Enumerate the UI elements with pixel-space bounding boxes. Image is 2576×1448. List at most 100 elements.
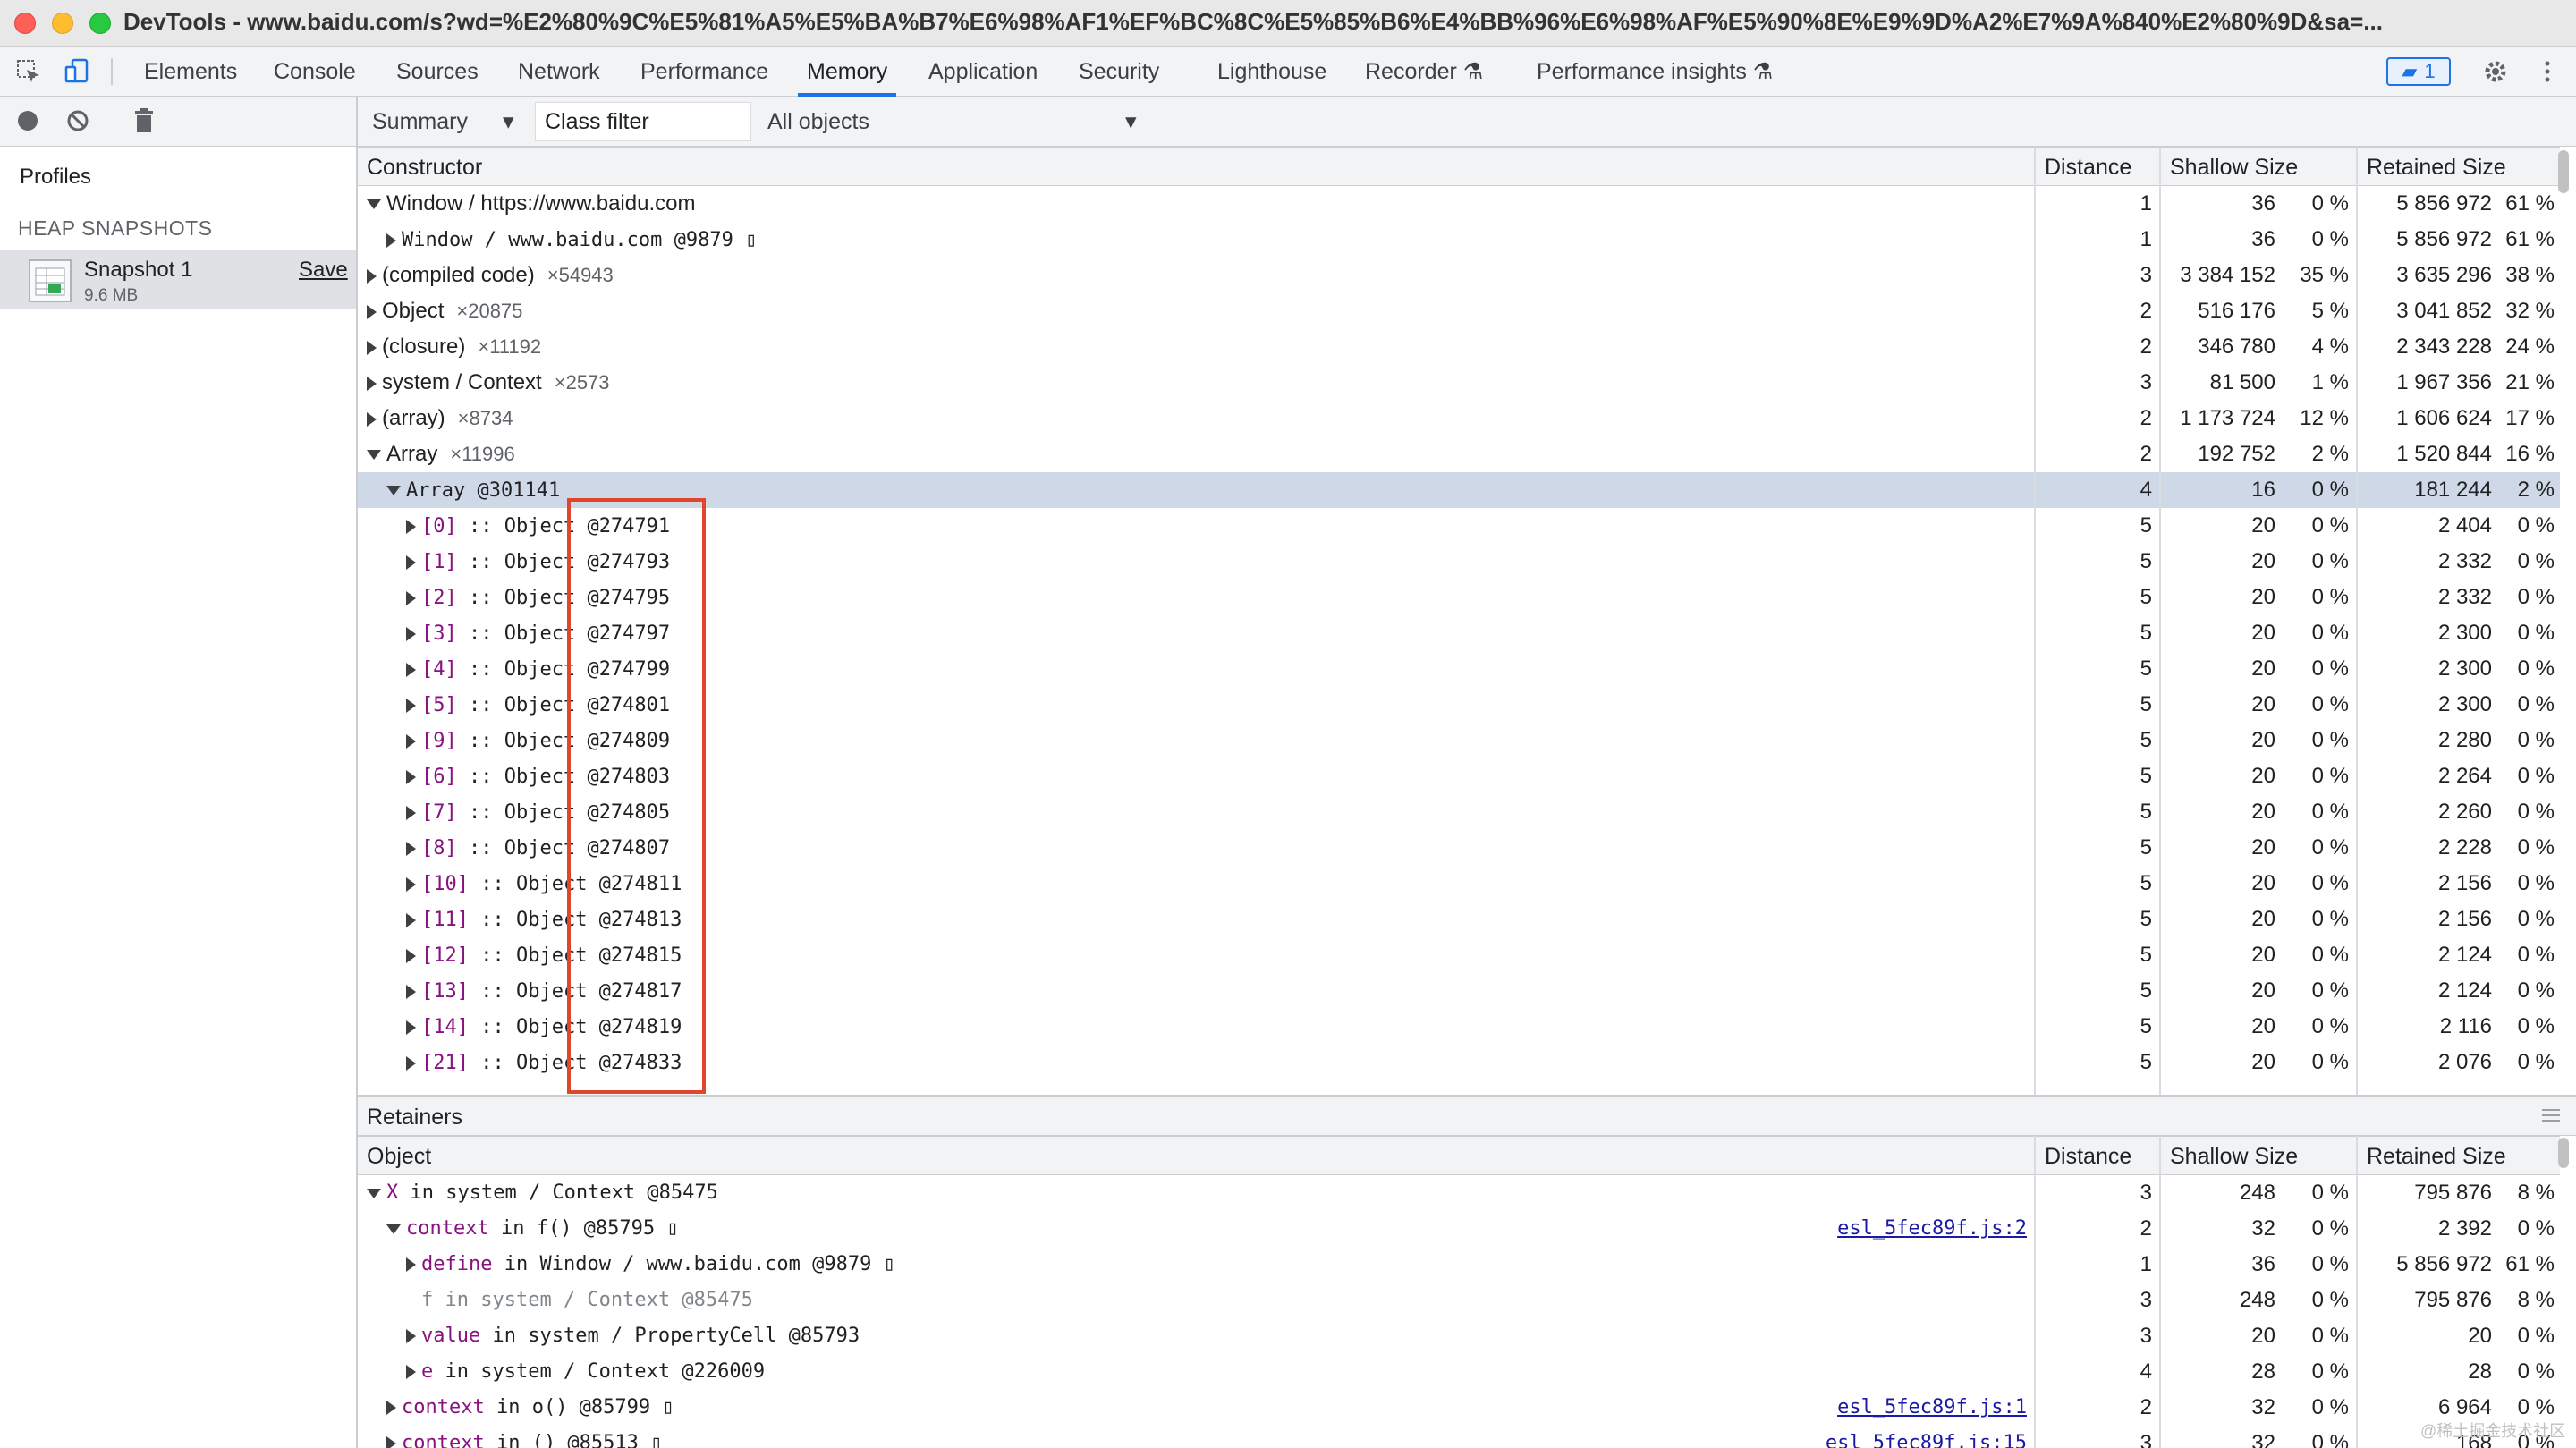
collapsed-triangle-icon[interactable] [406, 662, 416, 677]
tab-memory[interactable]: Memory [797, 47, 897, 97]
minimize-window-button[interactable] [52, 13, 73, 34]
close-window-button[interactable] [14, 13, 36, 34]
retainer-row[interactable]: context in () @85513 ▯ esl_5fec89f.js:15 3… [358, 1426, 2560, 1448]
expanded-triangle-icon[interactable] [367, 450, 381, 461]
collapsed-triangle-icon[interactable] [406, 769, 416, 784]
record-icon[interactable] [14, 107, 41, 139]
retainer-row[interactable]: e in system / Context @226009 4 28 0 % 28 0 % [358, 1354, 2560, 1390]
expanded-triangle-icon[interactable] [367, 199, 381, 210]
tab-sources[interactable]: Sources [396, 47, 479, 97]
tab-performance[interactable]: Performance [640, 47, 768, 97]
collapsed-triangle-icon[interactable] [406, 1055, 416, 1071]
more-options-icon[interactable] [2533, 57, 2562, 86]
collapsed-triangle-icon[interactable] [367, 411, 377, 427]
table-row[interactable]: Window / www.baidu.com @9879 ▯ 1 36 0 % 5 85… [358, 222, 2560, 258]
retainer-row[interactable]: value in system / PropertyCell @85793 3 20… [358, 1318, 2560, 1354]
shallow-percent-cell: 0 % [2311, 764, 2349, 788]
tab-elements[interactable]: Elements [144, 47, 237, 97]
collapsed-triangle-icon[interactable] [367, 268, 377, 284]
table-row[interactable]: (closure) ×11192 2 346 780 4 % 2 343 228 24 % [358, 329, 2560, 365]
retainer-row[interactable]: context in f() @85795 ▯ esl_5fec89f.js:2 2… [358, 1211, 2560, 1247]
collapsed-triangle-icon[interactable] [367, 304, 377, 319]
col-retained-size[interactable]: Retained Size [2358, 1137, 2506, 1176]
collapsed-triangle-icon[interactable] [367, 376, 377, 391]
retainer-row[interactable]: X in system / Context @85475 3 248 0 % 795 8… [358, 1175, 2560, 1211]
collapsed-triangle-icon[interactable] [406, 912, 416, 927]
array-index: [12] [421, 944, 469, 967]
expanded-triangle-icon[interactable] [386, 1224, 401, 1234]
collapsed-triangle-icon[interactable] [406, 555, 416, 570]
instance-count: ×20875 [456, 300, 523, 322]
tab-network[interactable]: Network [518, 47, 600, 97]
summary-dropdown[interactable]: Summary ▾ [372, 97, 514, 147]
collapsed-triangle-icon[interactable] [406, 1365, 416, 1379]
col-distance[interactable]: Distance [2036, 1137, 2131, 1176]
collapsed-triangle-icon[interactable] [406, 626, 416, 641]
source-link[interactable]: esl_5fec89f.js:2 [1825, 1211, 2027, 1247]
save-snapshot-link[interactable]: Save [299, 258, 348, 283]
all-objects-dropdown[interactable]: All objects ▾ [767, 97, 1143, 147]
snapshot-item[interactable]: Snapshot 1 9.6 MB Save [0, 250, 356, 309]
col-shallow-size[interactable]: Shallow Size [2161, 1137, 2298, 1176]
tab-performance-insights[interactable]: Performance insights ⚗ [1537, 47, 1773, 97]
collapsed-triangle-icon[interactable] [406, 805, 416, 820]
tab-security[interactable]: Security [1079, 47, 1159, 97]
collapsed-triangle-icon[interactable] [406, 1020, 416, 1035]
collapsed-triangle-icon[interactable] [406, 1329, 416, 1343]
retainer-row[interactable]: context in o() @85799 ▯ esl_5fec89f.js:1 2… [358, 1390, 2560, 1426]
collapsed-triangle-icon[interactable] [367, 340, 377, 355]
expanded-triangle-icon[interactable] [367, 1188, 381, 1198]
col-constructor[interactable]: Constructor [358, 148, 482, 187]
retainer-row[interactable]: define in Window / www.baidu.com @9879 ▯… [358, 1247, 2560, 1283]
class-filter-input[interactable]: Class filter [535, 102, 751, 141]
collapsed-triangle-icon[interactable] [406, 841, 416, 856]
collapsed-triangle-icon[interactable] [406, 1257, 416, 1272]
collapsed-triangle-icon[interactable] [386, 233, 396, 248]
collapsed-triangle-icon[interactable] [406, 733, 416, 749]
collapsed-triangle-icon[interactable] [406, 984, 416, 999]
collapsed-triangle-icon[interactable] [386, 1436, 396, 1448]
table-row[interactable]: Window / https://www.baidu.com 1 36 0 % 5 85… [358, 186, 2560, 222]
tab-lighthouse[interactable]: Lighthouse [1217, 47, 1326, 97]
collapsed-triangle-icon[interactable] [406, 876, 416, 892]
retainer-name: in o() @85799 ▯ [484, 1396, 674, 1418]
device-toolbar-icon[interactable] [63, 57, 91, 86]
trash-icon[interactable] [132, 107, 156, 139]
collapsed-triangle-icon[interactable] [406, 519, 416, 534]
tab-performance-insights-label: Performance insights [1537, 59, 1747, 84]
inspect-element-icon[interactable] [14, 57, 43, 86]
collapsed-triangle-icon[interactable] [386, 1401, 396, 1415]
menu-icon[interactable] [2542, 1109, 2560, 1128]
zoom-window-button[interactable] [89, 13, 111, 34]
gear-icon[interactable] [2481, 57, 2510, 86]
distance-cell: 2 [2140, 1216, 2152, 1241]
col-distance[interactable]: Distance [2036, 148, 2131, 187]
retained-size-cell: 2 332 [2437, 585, 2492, 609]
table-row[interactable]: Array ×11996 2 192 752 2 % 1 520 844 16 % [358, 436, 2560, 472]
grid-scrollbar[interactable] [2558, 150, 2569, 193]
shallow-percent-cell: 0 % [2311, 943, 2349, 967]
tab-console[interactable]: Console [274, 47, 356, 97]
collapsed-triangle-icon[interactable] [406, 698, 416, 713]
collapsed-triangle-icon[interactable] [406, 948, 416, 963]
col-object[interactable]: Object [358, 1137, 431, 1176]
retainers-scrollbar[interactable] [2558, 1138, 2569, 1168]
table-row[interactable]: (array) ×8734 2 1 173 724 12 % 1 606 624 17 % [358, 401, 2560, 436]
tab-recorder[interactable]: Recorder ⚗ [1365, 47, 1483, 97]
source-link[interactable]: esl_5fec89f.js:15 [1825, 1426, 2027, 1448]
table-row[interactable]: Object ×20875 2 516 176 5 % 3 041 852 32 % [358, 293, 2560, 329]
collapsed-triangle-icon[interactable] [406, 590, 416, 605]
retainer-row[interactable]: f in system / Context @85475 3 248 0 % 795 8… [358, 1283, 2560, 1318]
col-shallow-size[interactable]: Shallow Size [2161, 148, 2298, 187]
table-row[interactable]: (compiled code) ×54943 3 3 384 152 35 % 3 635… [358, 258, 2560, 293]
source-link[interactable]: esl_5fec89f.js:1 [1825, 1390, 2027, 1426]
clear-all-icon[interactable] [64, 107, 91, 139]
tab-application[interactable]: Application [928, 47, 1038, 97]
issues-badge[interactable]: ▰ 1 [2386, 57, 2451, 86]
retainer-name: in system / Context @85475 [433, 1289, 753, 1311]
col-retained-size[interactable]: Retained Size [2358, 148, 2506, 187]
retained-percent-cell: 16 % [2505, 442, 2555, 466]
table-row[interactable]: system / Context ×2573 3 81 500 1 % 1 967 356… [358, 365, 2560, 401]
expanded-triangle-icon[interactable] [386, 486, 401, 496]
shallow-percent-cell: 0 % [2311, 907, 2349, 931]
